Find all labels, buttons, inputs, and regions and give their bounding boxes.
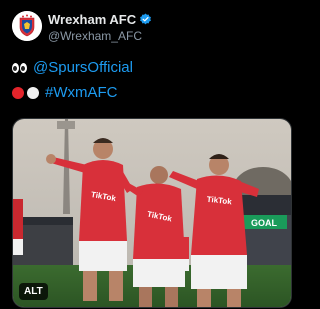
tweet-photo[interactable]: GOAL TikTok TikTok TikTok ALT	[12, 118, 292, 308]
account-handle[interactable]: @Wrexham_AFC	[48, 29, 152, 43]
goal-board-text: GOAL	[251, 218, 278, 228]
eyes-emoji-icon	[12, 62, 27, 73]
alt-text-badge[interactable]: ALT	[19, 283, 48, 300]
tweet-header: Wrexham AFC @Wrexham_AFC	[12, 11, 292, 43]
mention-link[interactable]: @SpursOfficial	[33, 55, 133, 80]
hashtag-link[interactable]: #WxmAFC	[45, 80, 118, 105]
tweet-text: @SpursOfficial #WxmAFC	[12, 55, 133, 105]
red-circle-emoji-icon	[12, 86, 24, 99]
display-name[interactable]: Wrexham AFC	[48, 12, 136, 27]
account-names: Wrexham AFC @Wrexham_AFC	[48, 12, 152, 43]
tweet-line-1: @SpursOfficial	[12, 55, 133, 80]
verified-badge-icon	[139, 13, 152, 26]
tweet-line-2: #WxmAFC	[12, 80, 133, 105]
white-circle-emoji-icon	[27, 86, 39, 99]
celebration-photo: GOAL TikTok TikTok TikTok	[13, 119, 291, 307]
wrexham-crest-icon[interactable]	[12, 11, 42, 41]
